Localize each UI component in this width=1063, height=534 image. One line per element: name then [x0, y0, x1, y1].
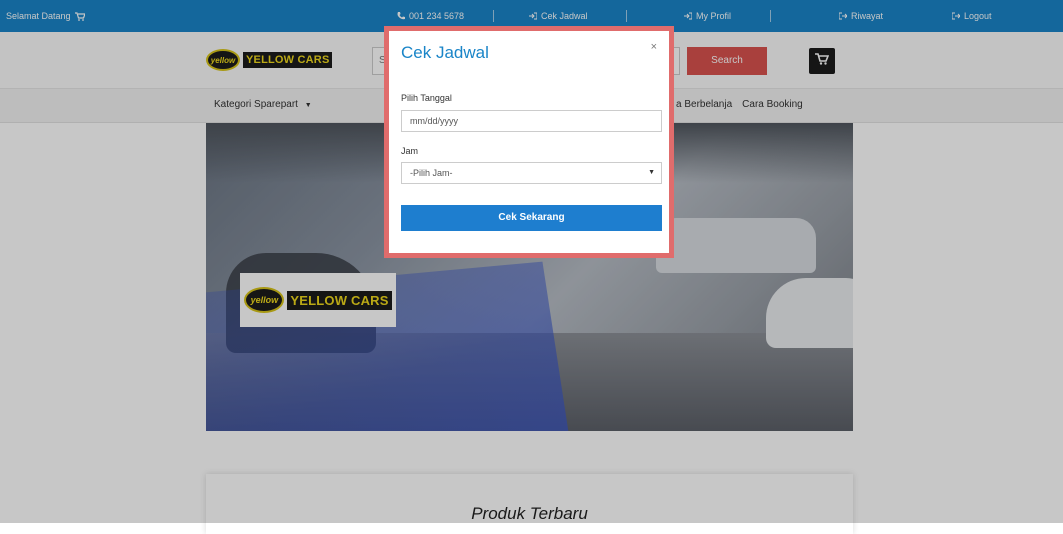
time-select[interactable]: -Pilih Jam- ▼: [401, 162, 662, 184]
date-label: Pilih Tanggal: [401, 93, 452, 103]
cek-jadwal-modal: Cek Jadwal × Pilih Tanggal mm/dd/yyyy Ja…: [384, 26, 674, 258]
close-icon[interactable]: ×: [651, 41, 657, 53]
modal-title: Cek Jadwal: [401, 43, 489, 62]
date-input[interactable]: mm/dd/yyyy: [401, 110, 662, 132]
cek-sekarang-button[interactable]: Cek Sekarang: [401, 205, 662, 231]
page: Selamat Datang 001 234 5678 Cek Jadwal M…: [0, 0, 1063, 534]
caret-down-icon: ▼: [648, 169, 655, 176]
time-label: Jam: [401, 146, 419, 156]
